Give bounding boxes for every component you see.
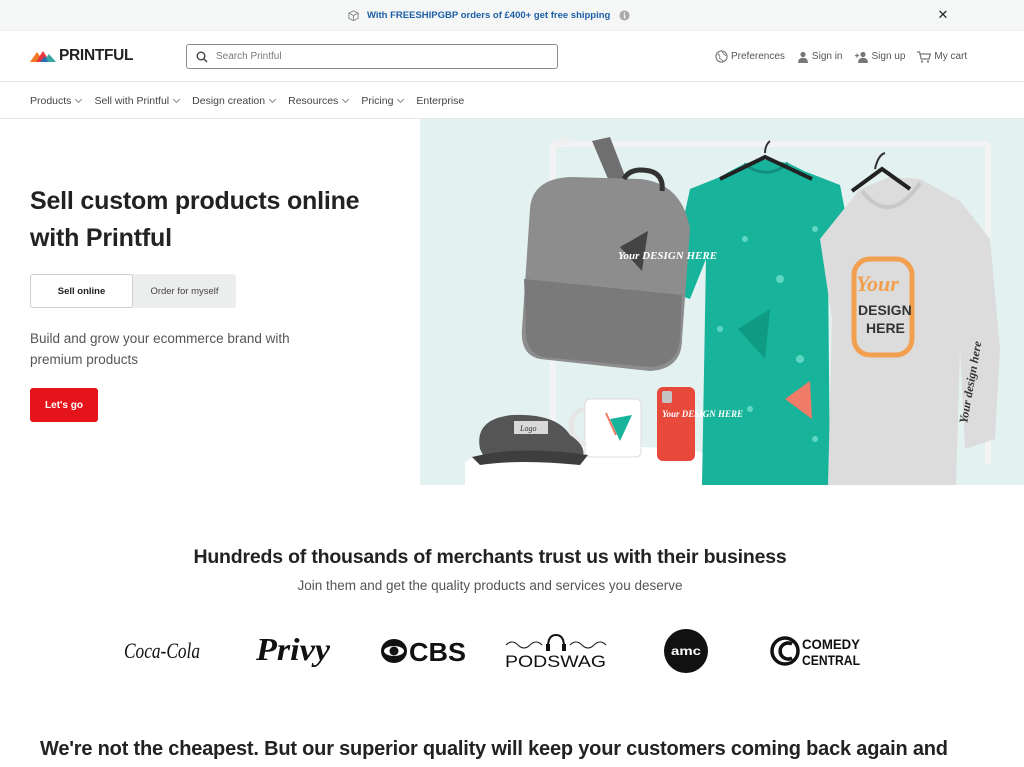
preferences-label: Preferences [731, 51, 785, 62]
svg-text:Your DESIGN HERE: Your DESIGN HERE [618, 250, 717, 262]
nav-item-label: Enterprise [416, 95, 465, 107]
info-icon[interactable] [617, 8, 631, 22]
svg-text:Your DESIGN HERE: Your DESIGN HERE [662, 409, 743, 419]
privy-logo: Privy [254, 628, 334, 674]
nav-item-enterprise[interactable]: Enterprise [416, 95, 464, 107]
logo-wordmark: PRINTFUL [59, 47, 134, 64]
svg-text:DESIGN: DESIGN [858, 302, 912, 318]
lets-go-button[interactable]: Let's go [30, 388, 98, 422]
hero-product-image: Your DESIGN HERE Your design here Your D… [420, 119, 1024, 485]
audience-toggle: Sell online Order for myself [30, 274, 236, 308]
search-input[interactable] [216, 51, 536, 62]
promo-content: With FREESHIPGBP orders of £400+ get fre… [346, 8, 631, 22]
svg-text:Coca-Cola: Coca-Cola [124, 638, 200, 663]
hoodie-illustration: Your DESIGN HERE Your design here [820, 152, 1000, 485]
sign-in-label: Sign in [811, 51, 843, 62]
sign-up-label: Sign up [871, 51, 906, 62]
brand-logos: Coca-Cola Privy CBS PODSWAG amc COMEDY C… [122, 628, 872, 674]
product-illustration: Your DESIGN HERE Your design here Your D… [465, 137, 1000, 485]
sign-in-button[interactable]: Sign in [797, 51, 843, 63]
toggle-order-for-myself[interactable]: Order for myself [133, 274, 236, 308]
chevron-down-icon [173, 95, 181, 104]
promo-text[interactable]: With FREESHIPGBP orders of £400+ get fre… [367, 10, 610, 21]
cbs-logo: CBS [380, 628, 468, 674]
svg-text:Logo: Logo [519, 424, 536, 433]
chevron-down-icon [269, 95, 277, 104]
nav-item-products[interactable]: Products [30, 95, 83, 107]
promo-bar: With FREESHIPGBP orders of £400+ get fre… [0, 0, 1024, 31]
preferences-button[interactable]: Preferences [715, 50, 785, 63]
nav-item-label: Design creation [192, 95, 266, 107]
nav-item-label: Resources [288, 95, 339, 107]
close-icon[interactable]: ✕ [936, 8, 950, 22]
nav-item-pricing[interactable]: Pricing [361, 95, 405, 107]
svg-text:CENTRAL: CENTRAL [802, 652, 860, 668]
svg-text:HERE: HERE [866, 320, 905, 336]
hero-subtitle: Build and grow your ecommerce brand with… [30, 331, 290, 367]
sign-up-button[interactable]: Sign up [854, 51, 906, 63]
nav-item-sell-with-printful[interactable]: Sell with Printful [94, 95, 181, 107]
podswag-logo: PODSWAG [504, 628, 608, 674]
nav-item-design-creation[interactable]: Design creation [192, 95, 277, 107]
quality-heading: We're not the cheapest. But our superior… [40, 738, 948, 760]
site-header: PRINTFUL Preferences Sign in [0, 31, 1024, 82]
chevron-down-icon [397, 95, 405, 104]
chevron-down-icon [342, 95, 350, 104]
coca-cola-logo: Coca-Cola [122, 628, 202, 674]
nav-item-label: Sell with Printful [94, 95, 170, 107]
trust-subtitle: Join them and get the quality products a… [297, 578, 683, 593]
comedy-central-logo: COMEDY CENTRAL [770, 628, 862, 674]
nav-item-label: Products [30, 95, 72, 107]
hero-title: Sell custom products online with Printfu… [30, 187, 360, 252]
svg-text:amc: amc [671, 644, 701, 658]
add-user-icon [854, 51, 868, 63]
box-icon [346, 8, 360, 22]
cart-button[interactable]: My cart [917, 50, 968, 63]
header-actions: Preferences Sign in Sign up My cart [715, 50, 967, 63]
svg-text:Privy: Privy [255, 631, 331, 667]
search-box[interactable] [186, 44, 558, 69]
user-icon [797, 51, 808, 63]
nav-item-resources[interactable]: Resources [288, 95, 350, 107]
cart-label: My cart [934, 51, 968, 62]
toggle-sell-online[interactable]: Sell online [30, 274, 133, 308]
search-icon [196, 51, 208, 63]
main-nav: Products Sell with Printful Design creat… [0, 82, 1024, 119]
printful-logo[interactable]: PRINTFUL [30, 47, 134, 65]
svg-text:Your: Your [856, 271, 899, 296]
nav-item-label: Pricing [361, 95, 394, 107]
trust-heading: Hundreds of thousands of merchants trust… [193, 546, 787, 568]
svg-text:PODSWAG: PODSWAG [505, 652, 606, 671]
svg-text:COMEDY: COMEDY [802, 636, 861, 652]
globe-icon [715, 50, 728, 63]
logo-mountains-icon [30, 51, 56, 62]
chevron-down-icon [75, 95, 83, 104]
amc-logo: amc [662, 628, 710, 674]
svg-text:CBS: CBS [409, 637, 466, 666]
cart-icon [917, 50, 932, 63]
